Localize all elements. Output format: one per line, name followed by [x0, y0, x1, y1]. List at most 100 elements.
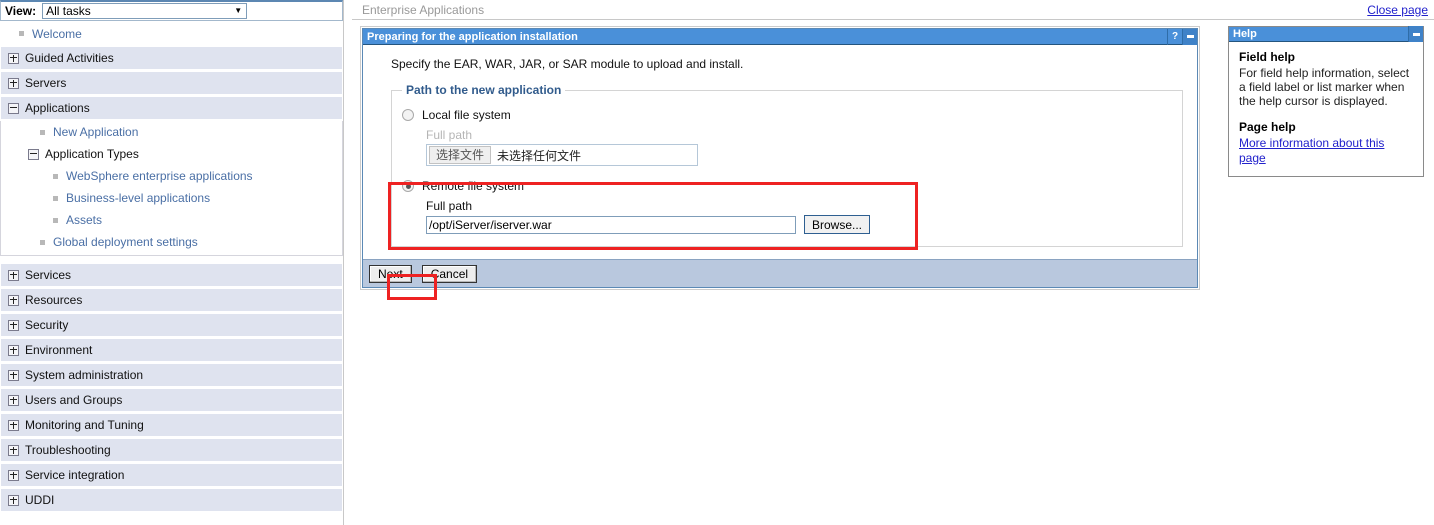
sidebar: View: All tasks ▼ Welcome Guided Activit…: [0, 0, 344, 525]
instruction-text: Specify the EAR, WAR, JAR, or SAR module…: [391, 57, 744, 71]
plus-box-icon[interactable]: [8, 77, 19, 89]
sidebar-nav-list: Welcome Guided Activities Servers Applic…: [0, 21, 343, 512]
sidebar-group-label: Troubleshooting: [25, 443, 111, 457]
sidebar-subgroup-application-types[interactable]: Application Types: [1, 143, 342, 165]
sidebar-group-security[interactable]: Security: [0, 313, 343, 337]
plus-box-icon[interactable]: [8, 469, 19, 481]
sidebar-item-label[interactable]: WebSphere enterprise applications: [66, 169, 253, 183]
local-file-input[interactable]: 选择文件 未选择任何文件: [426, 144, 698, 166]
plus-box-icon[interactable]: [8, 294, 19, 306]
page-help-link[interactable]: More information about this page: [1239, 136, 1413, 166]
next-button[interactable]: Next: [369, 264, 412, 283]
sidebar-group-label: Monitoring and Tuning: [25, 418, 144, 432]
sidebar-group-label: Servers: [25, 76, 67, 90]
panel-body: Specify the EAR, WAR, JAR, or SAR module…: [363, 45, 1197, 247]
plus-box-icon[interactable]: [8, 494, 19, 506]
bullet-icon: [40, 239, 45, 245]
bullet-icon: [53, 217, 58, 223]
field-help-text: For field help information, select a fie…: [1239, 66, 1410, 108]
help-panel-title: Help: [1233, 27, 1257, 40]
browse-button[interactable]: Browse...: [804, 215, 871, 234]
sidebar-group-troubleshooting[interactable]: Troubleshooting: [0, 438, 343, 462]
remote-path-row: Browse...: [426, 215, 1172, 234]
sidebar-item-label[interactable]: Assets: [66, 213, 102, 227]
plus-box-icon[interactable]: [8, 344, 19, 356]
sidebar-group-label: Guided Activities: [25, 51, 114, 65]
view-label: View:: [5, 4, 37, 18]
plus-box-icon[interactable]: [8, 444, 19, 456]
panel-titlebar: Preparing for the application installati…: [363, 28, 1197, 45]
local-file-system-radio[interactable]: [402, 109, 414, 121]
sidebar-group-label: System administration: [25, 368, 144, 382]
sidebar-group-users-and-groups[interactable]: Users and Groups: [0, 388, 343, 412]
remote-file-block: Full path Browse...: [426, 199, 1172, 234]
task-panel-frame: Preparing for the application installati…: [360, 26, 1200, 300]
page-help-heading: Page help: [1239, 120, 1296, 134]
sidebar-group-environment[interactable]: Environment: [0, 338, 343, 362]
help-panel-body: Field help For field help information, s…: [1229, 42, 1423, 176]
panel-action-bar: Next Cancel: [363, 259, 1197, 287]
bullet-icon: [19, 31, 24, 36]
sidebar-group-system-administration[interactable]: System administration: [0, 363, 343, 387]
choose-file-button[interactable]: 选择文件: [429, 146, 492, 164]
minus-box-icon[interactable]: [8, 102, 19, 114]
sidebar-item-websphere-enterprise-applications[interactable]: WebSphere enterprise applications: [1, 165, 342, 187]
bullet-icon: [53, 195, 58, 201]
sidebar-group-label: Users and Groups: [25, 393, 123, 407]
local-full-path-label: Full path: [426, 128, 473, 142]
sidebar-group-servers[interactable]: Servers: [0, 71, 343, 95]
sidebar-group-label: Security: [25, 318, 69, 332]
sidebar-item-welcome-label[interactable]: Welcome: [32, 27, 82, 41]
main-content: Enterprise Applications Close page Prepa…: [352, 0, 1434, 525]
plus-box-icon[interactable]: [8, 419, 19, 431]
plus-box-icon[interactable]: [8, 394, 19, 406]
sidebar-item-business-level-applications[interactable]: Business-level applications: [1, 187, 342, 209]
chosen-file-status: 未选择任何文件: [497, 148, 582, 163]
panel-title-buttons: ?: [1167, 28, 1197, 45]
sidebar-item-new-application-label[interactable]: New Application: [53, 125, 138, 139]
minimize-icon[interactable]: [1182, 28, 1197, 45]
sidebar-group-applications[interactable]: Applications: [0, 96, 343, 120]
chevron-down-icon: ▼: [234, 6, 243, 15]
remote-full-path-label: Full path: [426, 199, 473, 213]
local-file-system-label: Local file system: [422, 108, 511, 122]
local-file-system-option[interactable]: Local file system: [402, 105, 1172, 125]
sidebar-item-assets[interactable]: Assets: [1, 209, 342, 231]
sidebar-item-label[interactable]: Global deployment settings: [53, 235, 198, 249]
sidebar-item-new-application[interactable]: New Application: [1, 121, 342, 143]
question-mark-icon[interactable]: ?: [1167, 28, 1182, 45]
plus-box-icon[interactable]: [8, 319, 19, 331]
sidebar-group-uddi[interactable]: UDDI: [0, 488, 343, 512]
preparing-installation-panel: Preparing for the application installati…: [362, 28, 1198, 300]
path-to-new-application-fieldset: Path to the new application Local file s…: [391, 83, 1183, 247]
plus-box-icon[interactable]: [8, 269, 19, 281]
local-file-block: Full path 选择文件 未选择任何文件: [426, 128, 1172, 166]
cancel-button[interactable]: Cancel: [421, 264, 478, 283]
sidebar-group-service-integration[interactable]: Service integration: [0, 463, 343, 487]
fieldset-legend: Path to the new application: [406, 83, 562, 97]
remote-file-system-radio[interactable]: [402, 180, 414, 192]
field-help-heading: Field help: [1239, 50, 1296, 64]
sidebar-item-label[interactable]: Business-level applications: [66, 191, 210, 205]
plus-box-icon[interactable]: [8, 52, 19, 64]
sidebar-group-services[interactable]: Services: [0, 263, 343, 287]
plus-box-icon[interactable]: [8, 369, 19, 381]
minimize-icon[interactable]: [1408, 26, 1423, 42]
sidebar-group-label: Service integration: [25, 468, 125, 482]
view-select[interactable]: All tasks ▼: [42, 3, 248, 19]
sidebar-item-welcome[interactable]: Welcome: [0, 21, 343, 46]
remote-file-system-option[interactable]: Remote file system: [402, 176, 1172, 196]
bullet-icon: [53, 173, 58, 179]
view-selector-bar: View: All tasks ▼: [0, 0, 343, 21]
sidebar-group-monitoring-and-tuning[interactable]: Monitoring and Tuning: [0, 413, 343, 437]
minus-box-icon[interactable]: [28, 148, 39, 160]
sidebar-group-label: UDDI: [25, 493, 55, 507]
sidebar-group-label: Services: [25, 268, 72, 282]
sidebar-item-global-deployment-settings[interactable]: Global deployment settings: [1, 231, 342, 253]
remote-full-path-input[interactable]: [426, 215, 796, 234]
sidebar-applications-children: New Application Application Types WebSph…: [0, 121, 343, 256]
sidebar-group-guided-activities[interactable]: Guided Activities: [0, 46, 343, 70]
view-select-value: All tasks: [46, 4, 91, 18]
sidebar-group-resources[interactable]: Resources: [0, 288, 343, 312]
close-page-link[interactable]: Close page: [1367, 3, 1428, 17]
